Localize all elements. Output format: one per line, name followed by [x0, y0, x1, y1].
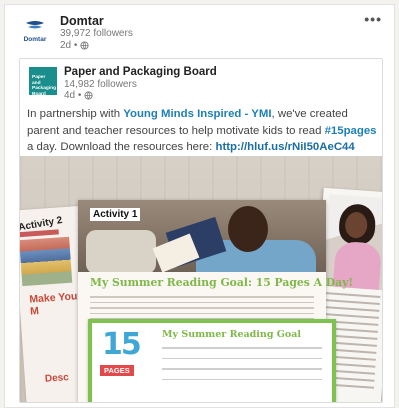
- shared-company-name[interactable]: Paper and Packaging Board: [64, 66, 217, 78]
- ymi-link[interactable]: Young Minds Inspired - YMI: [123, 108, 271, 120]
- book-stack-image: [20, 236, 73, 287]
- pillow: [86, 230, 156, 272]
- post-text-end: a day. Download the resources here:: [27, 141, 216, 153]
- globe-icon: [84, 91, 93, 100]
- certificate-lines: [162, 347, 322, 389]
- book-pages: [152, 233, 200, 272]
- follower-count: 39,972 followers: [60, 28, 133, 39]
- summer-reading-goal-heading: My Summer Reading Goal: 15 Pages A Day!: [90, 276, 354, 289]
- reading-boy-photo: Activity 1: [78, 200, 326, 272]
- reading-goal-certificate: 15 PAGES My Summer Reading Goal: [88, 319, 336, 402]
- more-options-button[interactable]: •••: [364, 11, 382, 27]
- paper-packaging-board-logo[interactable]: Paper and Packaging Board: [29, 67, 57, 97]
- desc-heading: Desc: [44, 372, 70, 385]
- shared-post[interactable]: Paper and Packaging Board Paper and Pack…: [19, 58, 383, 403]
- post-text-intro: In partnership with: [27, 108, 124, 120]
- hashtag-link[interactable]: #15pages: [325, 125, 377, 137]
- post-meta: 2d •: [60, 40, 89, 51]
- company-name[interactable]: Domtar: [60, 14, 104, 28]
- shared-follower-count: 14,982 followers: [64, 79, 137, 90]
- shared-post-age: 4d •: [64, 90, 82, 101]
- post-age: 2d •: [60, 40, 78, 51]
- domtar-logo-text: Domtar: [24, 36, 47, 43]
- boy-head: [228, 206, 268, 252]
- globe-icon: [80, 41, 89, 50]
- activity-1-label: Activity 1: [90, 208, 141, 221]
- post-image[interactable]: Activity 2 Make Your M Desc Activity 1 M…: [20, 156, 382, 402]
- post-header: Domtar Domtar 39,972 followers 2d • •••: [5, 5, 394, 57]
- shared-post-meta: 4d •: [64, 90, 93, 101]
- certificate-title: My Summer Reading Goal: [162, 329, 301, 340]
- linkedin-post-card: Domtar Domtar 39,972 followers 2d • ••• …: [4, 4, 395, 408]
- fifteen-number: 15: [102, 327, 142, 362]
- shared-post-header: Paper and Packaging Board Paper and Pack…: [20, 59, 382, 101]
- pages-tag: PAGES: [100, 365, 134, 376]
- post-body-text: In partnership with Young Minds Inspired…: [27, 106, 379, 156]
- fifteen-pages-logo: 15 PAGES: [98, 327, 146, 385]
- resource-url-link[interactable]: http://hluf.us/rNiI50AeC44: [215, 141, 354, 153]
- domtar-logo[interactable]: Domtar: [19, 17, 51, 49]
